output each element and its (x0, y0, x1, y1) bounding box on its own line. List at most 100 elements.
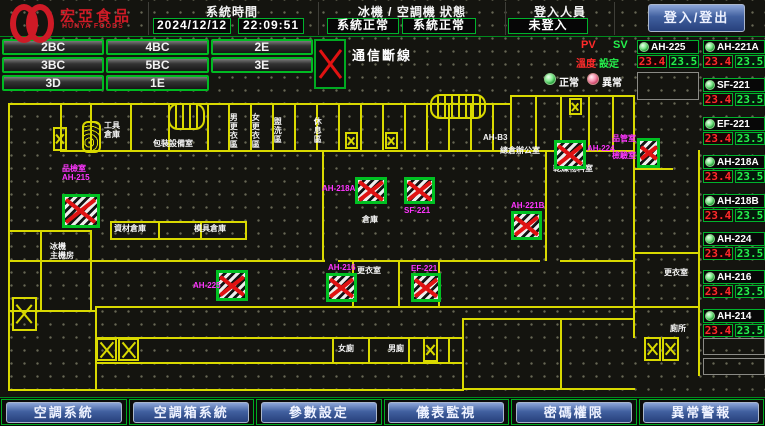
map-stair-x-icon (569, 98, 582, 115)
fan-offline-icon[interactable] (326, 273, 357, 302)
floor-button-3d[interactable]: 3D (2, 75, 104, 91)
room-label: 男廁 (388, 344, 404, 353)
unit-ah-218a[interactable]: AH-218A (703, 155, 765, 169)
nav-cell-1: 空調系統 (1, 399, 127, 425)
unit-values: 23.423.5 (703, 209, 765, 222)
room-label: 總倉辦公室 (500, 146, 540, 155)
unit-values: 23.423.5 (703, 324, 765, 337)
wall-segment (8, 389, 464, 391)
unit-ah-218b[interactable]: AH-218B (703, 194, 765, 208)
fan-offline-icon[interactable] (62, 194, 100, 228)
unit-ef-221[interactable]: EF-221 (703, 117, 765, 131)
map-stair-x-icon (345, 132, 358, 149)
empty-slot (703, 338, 765, 355)
map-stair-x-icon (53, 127, 67, 151)
unit-ah-216[interactable]: AH-216 (703, 270, 765, 284)
wall-segment (462, 388, 635, 390)
hmi-screen: 工具 倉庫包裝設備室男更衣區女更衣區盥洗區休息區AH-B3總倉辦公室乾燥物料室品… (0, 0, 765, 426)
unit-name: EF-221 (717, 119, 750, 130)
unit-ah-225[interactable]: AH-225 (637, 40, 699, 54)
map-stair-x-icon (12, 297, 37, 331)
ahu-status-display: 系統正常 (402, 18, 476, 34)
unit-status-led (705, 157, 715, 167)
equipment-label: SF-221 (404, 206, 430, 215)
room-label: 男更衣區 (229, 113, 238, 149)
wall-segment (462, 318, 464, 389)
unit-values: 23.423.5 (703, 247, 765, 260)
nav-button-6[interactable]: 異常警報 (643, 402, 759, 423)
pv-value: 23.4 (703, 285, 733, 298)
unit-values: 23.423.5 (703, 285, 765, 298)
nav-cell-4: 儀表監視 (384, 399, 510, 425)
date-display: 2024/12/12 (153, 18, 231, 34)
sv-value: 23.5 (735, 209, 765, 222)
room-label: 盥洗區 (273, 117, 282, 144)
wall-segment (90, 230, 92, 311)
map-elev-icon (168, 103, 205, 130)
comm-offline-x-icon (314, 39, 346, 89)
unit-status-led (705, 311, 715, 321)
nav-button-5[interactable]: 密碼權限 (516, 402, 632, 423)
floor-button-2bc[interactable]: 2BC (2, 39, 104, 55)
login-logout-button[interactable]: 登入/登出 (648, 4, 745, 32)
nav-cell-5: 密碼權限 (511, 399, 637, 425)
unit-ah-224[interactable]: AH-224 (703, 232, 765, 246)
temperature-row-label: 溫度 (576, 55, 596, 70)
comm-offline-label: 通信斷線 (352, 45, 412, 64)
equipment-label: EF-221 (411, 264, 437, 273)
fan-offline-icon[interactable] (511, 211, 542, 240)
floor-button-5bc[interactable]: 5BC (106, 57, 208, 73)
empty-slot (703, 358, 765, 375)
wall-segment (207, 103, 209, 151)
unit-values: 23.423.5 (703, 93, 765, 106)
wall-segment (245, 221, 247, 239)
floor-button-3bc[interactable]: 3BC (2, 57, 104, 73)
wall-segment (294, 103, 296, 151)
fan-offline-icon[interactable] (554, 140, 586, 169)
map-elev-icon (430, 94, 486, 119)
wall-segment (368, 337, 370, 363)
floor-grid: 2BC4BC2E 3BC5BC3E 3D1E (2, 39, 313, 91)
room-label: 檢驗室 (612, 151, 636, 160)
wall-segment (448, 337, 450, 363)
wall-segment (560, 260, 635, 262)
wall-segment (95, 306, 635, 308)
wall-segment (360, 103, 362, 151)
wall-segment (408, 337, 410, 363)
room-label: 工具 倉庫 (104, 121, 120, 139)
setpoint-row-label: 設定 (599, 55, 619, 70)
nav-button-2[interactable]: 空調箱系統 (133, 402, 249, 423)
unit-values: 23.423.5 (703, 55, 765, 68)
unit-status-led (705, 119, 715, 129)
pv-column-label: PV (581, 39, 596, 51)
wall-segment (426, 103, 428, 151)
floor-button-4bc[interactable]: 4BC (106, 39, 208, 55)
floor-button-1e[interactable]: 1E (106, 75, 208, 91)
nav-button-4[interactable]: 儀表監視 (388, 402, 504, 423)
equipment-label: AH-221B (511, 201, 544, 210)
fan-offline-icon[interactable] (411, 273, 441, 302)
floor-button-3e[interactable]: 3E (211, 57, 313, 73)
pv-value: 23.4 (703, 132, 733, 145)
nav-button-1[interactable]: 空調系統 (6, 402, 122, 423)
bottom-nav: 空調系統空調箱系統參數設定儀表監視密碼權限異常警報 (0, 397, 765, 426)
time-display: 22:09:51 (238, 18, 304, 34)
unit-panel: AH-22523.423.5AH-221A23.423.5SF-22123.42… (637, 38, 765, 394)
fan-offline-icon[interactable] (355, 177, 387, 204)
nav-button-3[interactable]: 參數設定 (261, 402, 377, 423)
wall-segment (158, 221, 160, 239)
equipment-label: 品檢室 AH-215 (62, 164, 90, 182)
unit-sf-221[interactable]: SF-221 (703, 78, 765, 92)
unit-ah-221a[interactable]: AH-221A (703, 40, 765, 54)
unit-status-led (705, 80, 715, 90)
map-stair-x-icon (385, 132, 398, 149)
pv-value: 23.4 (703, 55, 733, 68)
wall-segment (462, 318, 635, 320)
floor-button-2e[interactable]: 2E (211, 39, 313, 55)
unit-ah-214[interactable]: AH-214 (703, 309, 765, 323)
unit-name: AH-216 (717, 272, 751, 283)
fan-offline-icon[interactable] (404, 177, 435, 204)
map-stair-x-icon (118, 338, 139, 361)
abnormal-led-icon (587, 73, 599, 85)
unit-name: AH-221A (717, 42, 759, 53)
